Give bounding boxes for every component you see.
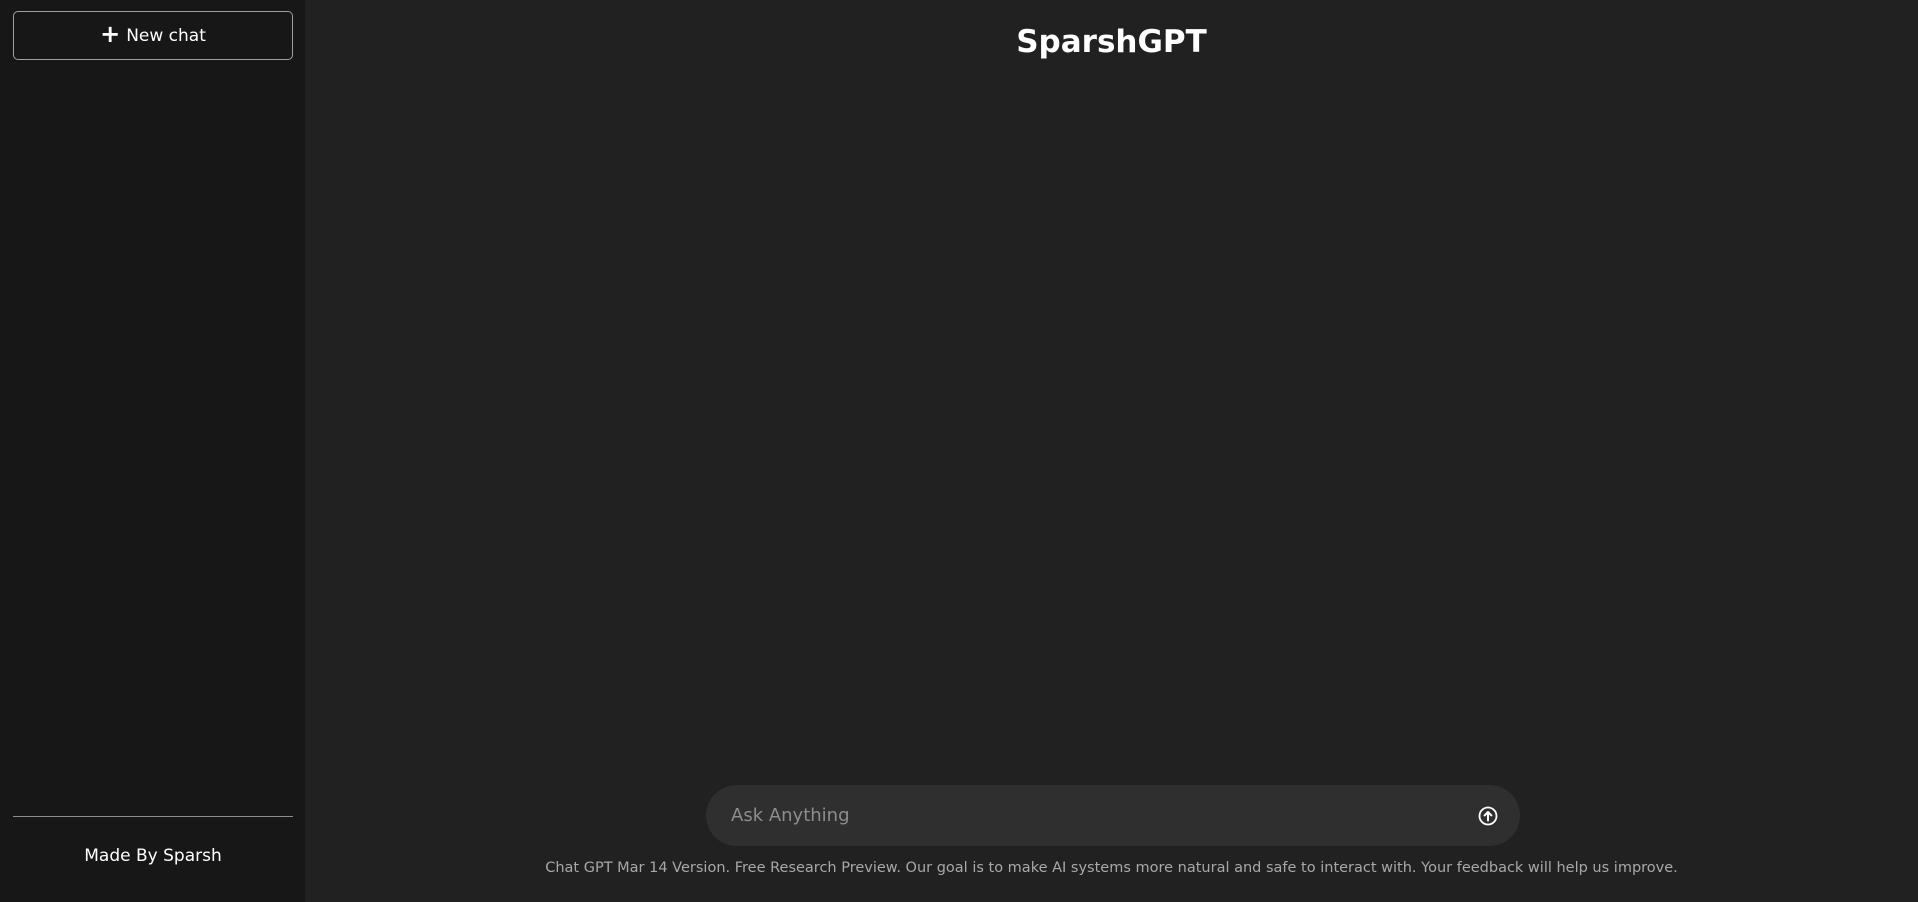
plus-icon: +	[100, 19, 121, 48]
arrow-up-circle-icon	[1478, 806, 1498, 825]
new-chat-button[interactable]: + New chat	[13, 11, 293, 60]
chat-input[interactable]	[706, 784, 1476, 847]
new-chat-label: New chat	[126, 25, 206, 46]
chat-input-bar	[706, 784, 1520, 847]
disclaimer-text: Chat GPT Mar 14 Version. Free Research P…	[545, 860, 1678, 876]
chat-main: SparshGPT Chat GPT Mar 14 Version. Free …	[305, 0, 1918, 902]
sidebar-footer-credit: Made By Sparsh	[84, 846, 222, 866]
send-button[interactable]	[1476, 804, 1500, 828]
sidebar: + New chat Made By Sparsh	[0, 0, 305, 902]
page-title: SparshGPT	[1016, 24, 1207, 60]
sidebar-divider	[13, 816, 293, 817]
app: + New chat Made By Sparsh SparshGPT Chat…	[0, 0, 1918, 902]
